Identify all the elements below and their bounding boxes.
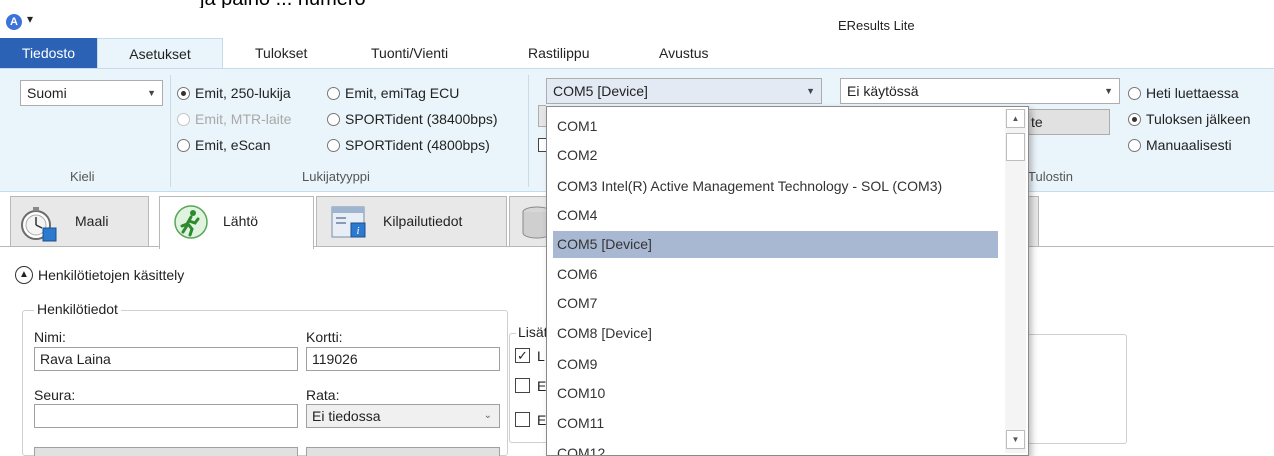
course-select[interactable]: Ei tiedossa ⌄ xyxy=(306,404,500,428)
reader-group-label: Lukijatyyppi xyxy=(302,169,370,184)
com-port-option[interactable]: COM4 xyxy=(553,202,998,229)
com-port-option[interactable]: COM12 xyxy=(553,440,998,455)
top-cutoff-text: ja paino ... numero xyxy=(0,0,1274,8)
app-icon[interactable]: A xyxy=(6,14,22,30)
com-port-dropdown-list[interactable]: COM1 COM2 COM3 Intel(R) Active Managemen… xyxy=(546,106,1029,456)
radio-print-after-result[interactable]: Tuloksen jälkeen xyxy=(1128,109,1251,129)
com-port-option[interactable]: COM2 xyxy=(553,142,998,169)
group-divider xyxy=(170,75,171,187)
radio-dot xyxy=(1128,139,1141,152)
group-divider xyxy=(528,75,529,187)
extra-checkbox-3[interactable] xyxy=(515,412,530,427)
radio-emit-mtr: Emit, MTR-laite xyxy=(177,109,291,129)
tab-finish[interactable]: Maali xyxy=(10,196,149,246)
chevron-down-icon: ▼ xyxy=(806,86,815,96)
course-value: Ei tiedossa xyxy=(312,408,381,424)
name-label: Nimi: xyxy=(34,329,66,345)
tab-file[interactable]: Tiedosto xyxy=(0,38,97,68)
runner-icon xyxy=(174,205,208,239)
com-port-option[interactable]: COM7 xyxy=(553,290,998,317)
scroll-down-icon[interactable]: ▼ xyxy=(1006,430,1025,449)
scroll-up-icon[interactable]: ▲ xyxy=(1006,109,1025,128)
com-port-option[interactable]: COM3 Intel(R) Active Management Technolo… xyxy=(553,173,1004,200)
language-value: Suomi xyxy=(27,85,67,101)
com-port-option[interactable]: COM8 [Device] xyxy=(553,320,998,347)
card-field[interactable]: 119026 xyxy=(306,347,500,371)
radio-dot xyxy=(177,113,190,126)
tab-import-export[interactable]: Tuonti/Vienti xyxy=(371,38,448,68)
com-port-option[interactable]: COM6 xyxy=(553,261,998,288)
extra-checkbox-2[interactable] xyxy=(515,378,530,393)
tab-competition-info-label: Kilpailutiedot xyxy=(383,213,463,229)
radio-emit-emitag[interactable]: Emit, emiTag ECU xyxy=(327,83,459,103)
radio-dot xyxy=(327,113,340,126)
com-button-edge[interactable] xyxy=(538,105,546,127)
printer-group-label: Tulostin xyxy=(1028,169,1074,184)
tab-competition-info[interactable]: i Kilpailutiedot xyxy=(316,196,507,246)
radio-dot xyxy=(327,139,340,152)
radio-dot xyxy=(177,139,190,152)
extra-checkbox-1[interactable]: ✓ xyxy=(515,348,530,363)
tab-help[interactable]: Avustus xyxy=(659,38,709,68)
dropdown-scrollbar[interactable]: ▲ ▼ xyxy=(1005,109,1026,453)
radio-emit-escan[interactable]: Emit, eScan xyxy=(177,135,270,155)
com-port-option[interactable]: COM1 xyxy=(553,113,998,140)
radio-print-immediately[interactable]: Heti luettaessa xyxy=(1128,83,1239,103)
com-port-option[interactable]: COM11 xyxy=(553,410,998,437)
tab-results[interactable]: Tulokset xyxy=(255,38,307,68)
scrollbar-thumb[interactable] xyxy=(1006,133,1025,161)
com-port-value: COM5 [Device] xyxy=(553,83,648,99)
extra-checkbox-3-label: E xyxy=(537,412,547,428)
section-title: Henkilötietojen käsittely xyxy=(38,267,185,283)
com-port-option-selected[interactable]: COM5 [Device] xyxy=(553,231,998,258)
printer-value: Ei käytössä xyxy=(847,83,919,99)
radio-emit-250[interactable]: Emit, 250-lukija xyxy=(177,83,291,103)
tab-finish-label: Maali xyxy=(75,213,109,229)
person-info-group xyxy=(22,310,508,456)
tab-control-card[interactable]: Rastilippu xyxy=(528,38,589,68)
com-checkbox-edge[interactable] xyxy=(538,138,546,152)
radio-dot xyxy=(327,87,340,100)
quick-access-menu-icon[interactable]: ▾ xyxy=(27,12,33,26)
chevron-down-icon: ▼ xyxy=(1104,86,1113,96)
tab-settings[interactable]: Asetukset xyxy=(97,38,223,68)
bottom-button-right[interactable] xyxy=(306,447,500,456)
card-label: Kortti: xyxy=(306,329,343,345)
bottom-button-left[interactable] xyxy=(34,447,298,456)
club-label: Seura: xyxy=(34,387,76,403)
printer-select[interactable]: Ei käytössä ▼ xyxy=(840,78,1120,104)
radio-print-manual[interactable]: Manuaalisesti xyxy=(1128,135,1232,155)
name-field[interactable]: Rava Laina xyxy=(34,347,298,371)
club-field[interactable] xyxy=(34,404,298,428)
language-group-label: Kieli xyxy=(70,169,95,184)
extra-checkbox-1-label: L xyxy=(537,348,545,364)
svg-text:i: i xyxy=(356,225,359,237)
title-bar xyxy=(0,8,1274,38)
tab-start-label: Lähtö xyxy=(223,213,259,229)
radio-sportident-4800[interactable]: SPORTident (4800bps) xyxy=(327,135,490,155)
radio-dot xyxy=(1128,87,1141,100)
com-port-select[interactable]: COM5 [Device] ▼ xyxy=(546,78,822,104)
com-port-option[interactable]: COM9 xyxy=(553,351,998,378)
radio-dot xyxy=(1128,113,1141,126)
extra-info-group-right xyxy=(1029,334,1127,444)
language-select[interactable]: Suomi ▼ xyxy=(20,80,163,106)
collapse-icon[interactable]: ▲ xyxy=(15,266,33,284)
radio-dot xyxy=(177,87,190,100)
extra-info-title: Lisät xyxy=(516,324,550,340)
window-title: EResults Lite xyxy=(838,18,915,33)
person-info-title: Henkilötiedot xyxy=(34,301,121,317)
chevron-down-icon: ⌄ xyxy=(483,410,492,421)
extra-checkbox-2-label: E xyxy=(537,378,547,394)
tab-start[interactable]: Lähtö xyxy=(159,196,314,249)
radio-sportident-38400[interactable]: SPORTident (38400bps) xyxy=(327,109,498,129)
info-document-icon: i xyxy=(331,206,366,238)
course-label: Rata: xyxy=(306,387,340,403)
chevron-down-icon: ▼ xyxy=(147,88,156,98)
com-port-option[interactable]: COM10 xyxy=(553,380,998,407)
stopwatch-icon xyxy=(21,207,57,242)
